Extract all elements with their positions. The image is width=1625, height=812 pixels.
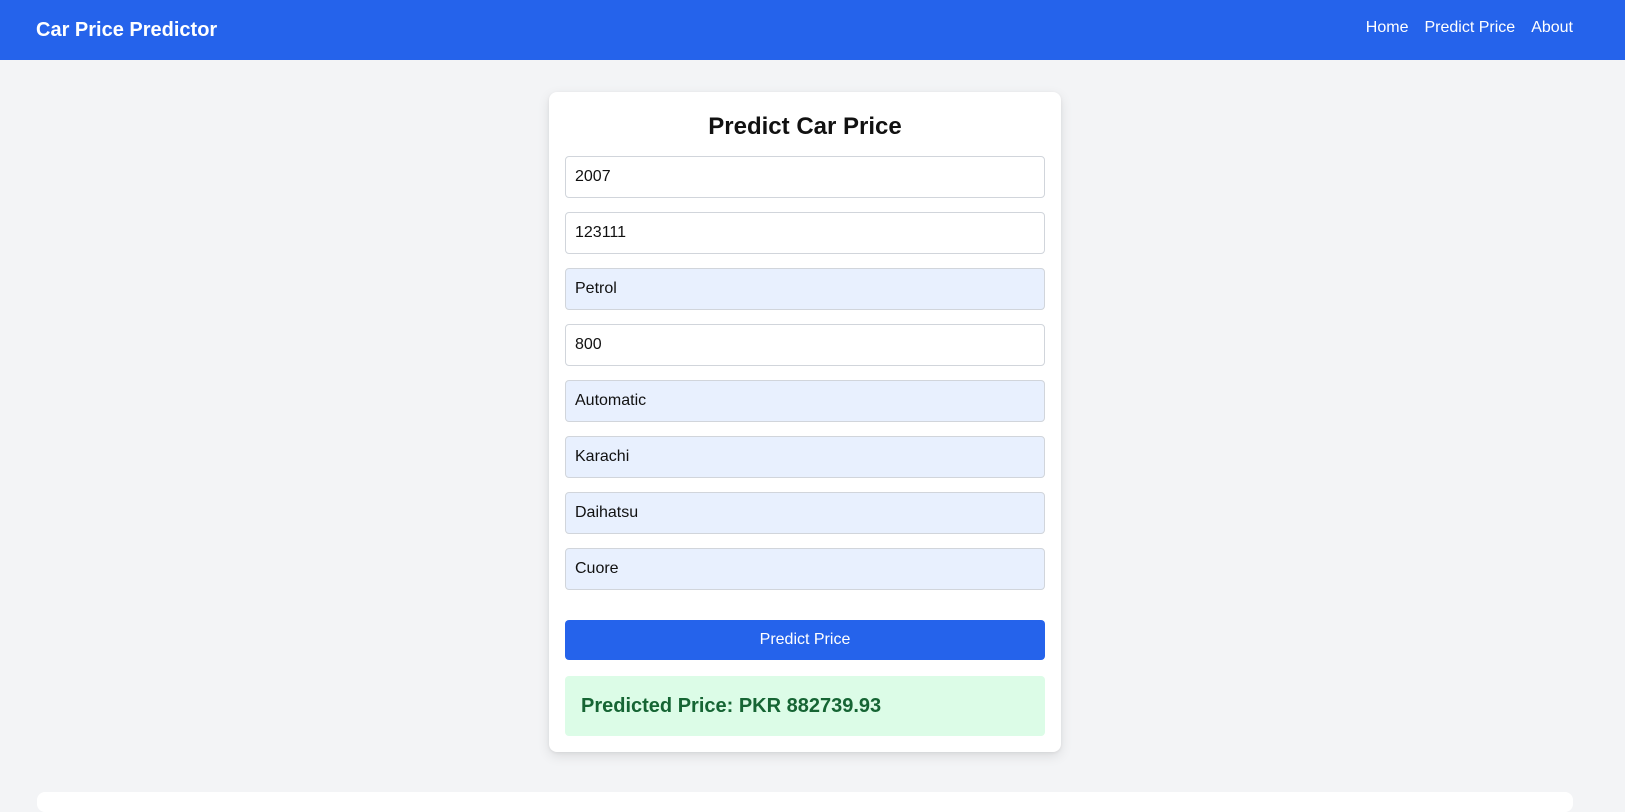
predicted-price-text: Predicted Price: PKR 882739.93 xyxy=(581,695,882,717)
predict-form-card: Predict Car Price Predict Price Predicte… xyxy=(549,92,1061,752)
make-input[interactable] xyxy=(565,492,1045,534)
year-input[interactable] xyxy=(565,156,1045,198)
form-title: Predict Car Price xyxy=(708,113,902,140)
predict-price-button[interactable]: Predict Price xyxy=(565,620,1045,660)
nav-link-predict-price[interactable]: Predict Price xyxy=(1424,18,1515,38)
transmission-input[interactable] xyxy=(565,380,1045,422)
navbar: Car Price Predictor Home Predict Price A… xyxy=(0,0,1625,60)
city-input[interactable] xyxy=(565,436,1045,478)
brand-title[interactable]: Car Price Predictor xyxy=(36,18,217,42)
result-box: Predicted Price: PKR 882739.93 xyxy=(565,676,1045,736)
mileage-input[interactable] xyxy=(565,212,1045,254)
bottom-panel xyxy=(37,792,1573,812)
engine-capacity-input[interactable] xyxy=(565,324,1045,366)
nav-link-home[interactable]: Home xyxy=(1366,18,1409,38)
nav-link-about[interactable]: About xyxy=(1531,18,1573,38)
nav-links: Home Predict Price About xyxy=(1366,18,1573,38)
fuel-type-input[interactable] xyxy=(565,268,1045,310)
model-input[interactable] xyxy=(565,548,1045,590)
